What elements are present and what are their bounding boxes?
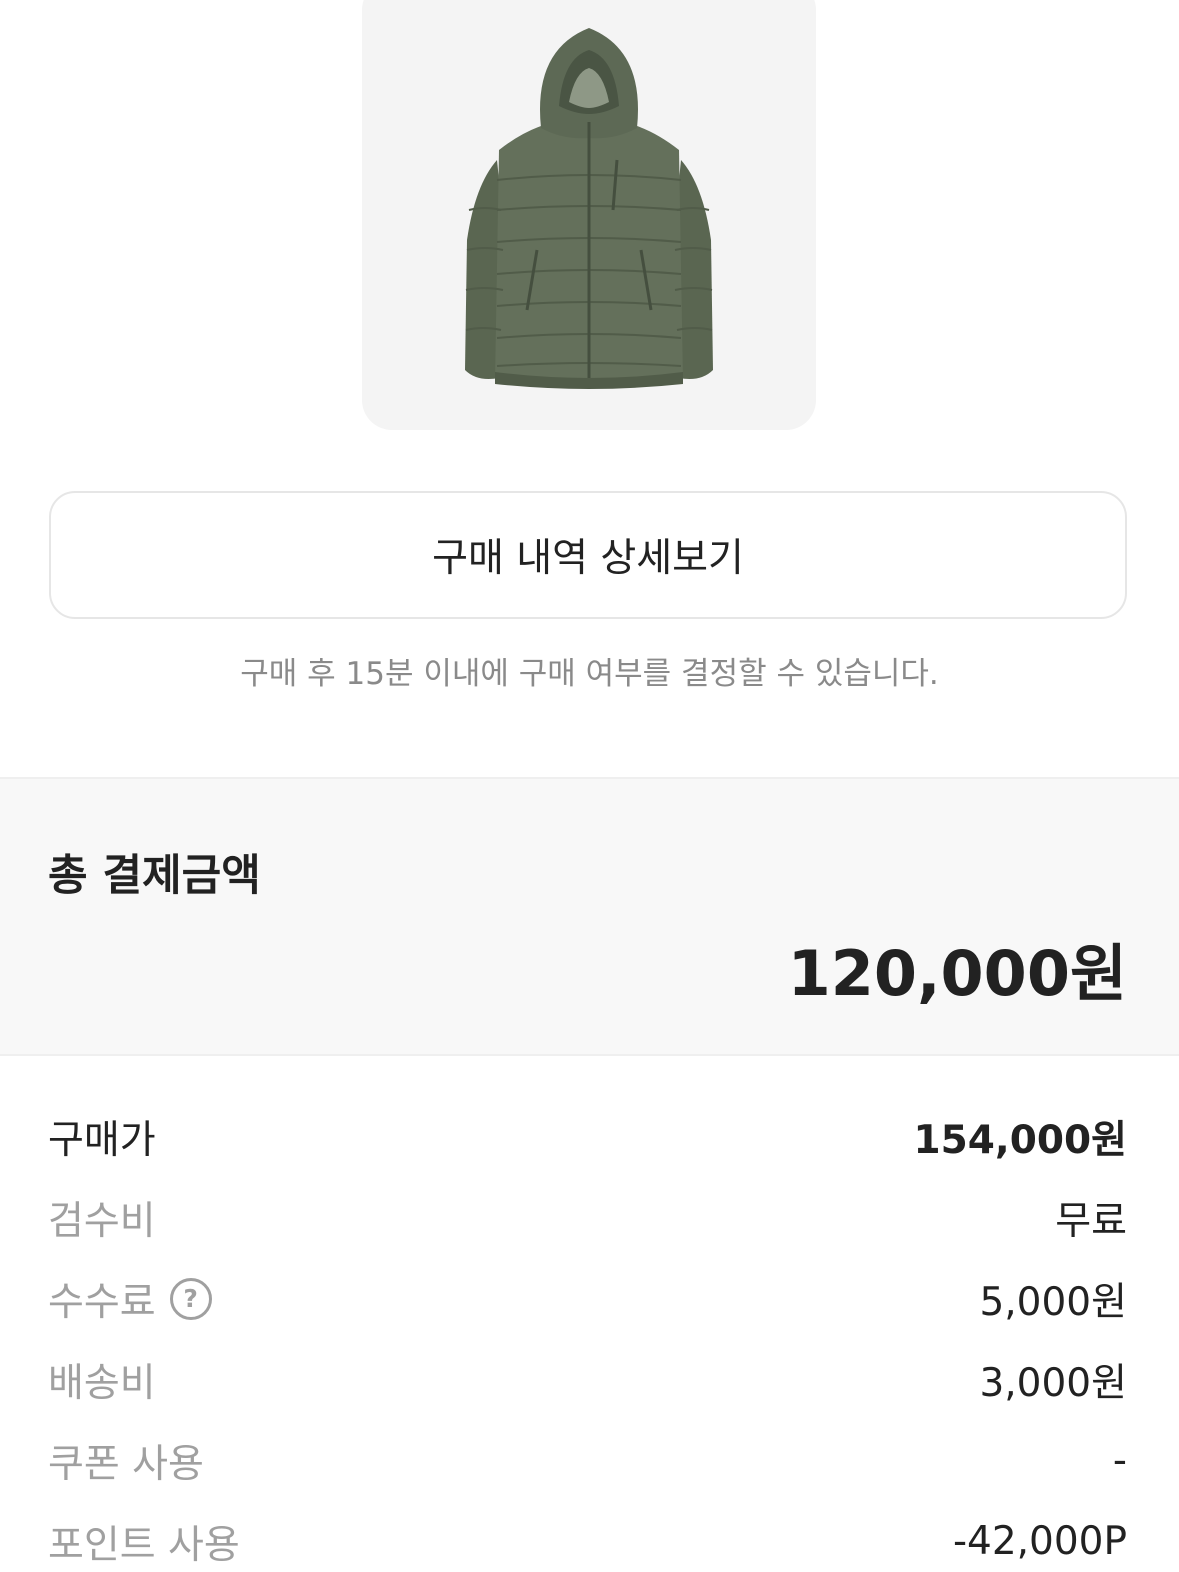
purchase-summary-page: 구매 내역 상세보기 구매 후 15분 이내에 구매 여부를 결정할 수 있습니… (0, 0, 1179, 1572)
inspection-fee-row: 검수비 무료 (48, 1177, 1127, 1258)
commission-value: 5,000원 (979, 1279, 1127, 1325)
shipping-label: 배송비 (48, 1360, 156, 1406)
coupon-row: 쿠폰 사용 - (48, 1420, 1127, 1501)
shipping-value: 3,000원 (979, 1360, 1127, 1406)
commission-row: 수수료 ? 5,000원 (48, 1258, 1127, 1339)
payment-breakdown: 구매가 154,000원 검수비 무료 수수료 ? 5,000원 배송비 3,0… (48, 1096, 1127, 1572)
decision-notice: 구매 후 15분 이내에 구매 여부를 결정할 수 있습니다. (240, 656, 939, 692)
points-label: 포인트 사용 (48, 1522, 240, 1568)
coupon-label: 쿠폰 사용 (48, 1441, 204, 1487)
commission-label-wrap: 수수료 ? (48, 1271, 212, 1327)
coupon-value: - (1112, 1438, 1127, 1483)
purchase-price-label: 구매가 (48, 1117, 156, 1163)
purchase-detail-button[interactable]: 구매 내역 상세보기 (49, 491, 1127, 619)
purchase-price-value: 154,000원 (913, 1117, 1127, 1163)
inspection-fee-label: 검수비 (48, 1198, 156, 1244)
question-circle-icon[interactable]: ? (169, 1277, 212, 1320)
shipping-row: 배송비 3,000원 (48, 1339, 1127, 1420)
product-image-card (362, 0, 816, 430)
purchase-price-row: 구매가 154,000원 (48, 1096, 1127, 1177)
points-row: 포인트 사용 -42,000P (48, 1501, 1127, 1572)
total-payment-label: 총 결제금액 (48, 851, 261, 901)
points-value: -42,000P (952, 1519, 1127, 1564)
inspection-fee-value: 무료 (1055, 1198, 1127, 1244)
commission-label: 수수료 (48, 1279, 156, 1325)
puffer-jacket-image (465, 28, 713, 389)
total-payment-value: 120,000원 (787, 937, 1127, 1010)
total-payment-section: 총 결제금액 120,000원 (0, 777, 1179, 1056)
